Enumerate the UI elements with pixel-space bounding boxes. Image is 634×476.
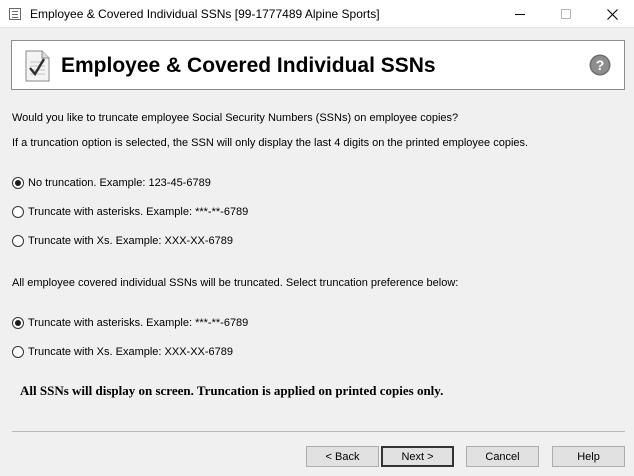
radio-button[interactable] bbox=[12, 177, 24, 189]
radio-label: Truncate with asterisks. Example: ***-**… bbox=[28, 317, 249, 329]
radio-no-truncation[interactable]: No truncation. Example: 123-45-6789 bbox=[12, 176, 211, 190]
clipboard-check-icon bbox=[25, 50, 50, 82]
minimize-icon bbox=[515, 13, 525, 15]
header-panel: Employee & Covered Individual SSNs ? bbox=[11, 40, 625, 90]
page-title: Employee & Covered Individual SSNs bbox=[61, 54, 436, 77]
help-button[interactable]: Help bbox=[552, 446, 625, 467]
radio-truncate-xs[interactable]: Truncate with Xs. Example: XXX-XX-6789 bbox=[12, 234, 233, 248]
radio-button[interactable] bbox=[12, 206, 24, 218]
radio-label: No truncation. Example: 123-45-6789 bbox=[28, 177, 211, 189]
help-icon[interactable]: ? bbox=[589, 54, 611, 76]
close-button[interactable] bbox=[589, 0, 634, 28]
radio-button[interactable] bbox=[12, 235, 24, 247]
truncation-note: All SSNs will display on screen. Truncat… bbox=[20, 383, 444, 398]
radio-label: Truncate with Xs. Example: XXX-XX-6789 bbox=[28, 235, 234, 247]
title-bar: Employee & Covered Individual SSNs [99-1… bbox=[0, 0, 634, 28]
covered-section-text: All employee covered individual SSNs wil… bbox=[12, 277, 459, 289]
radio-label: Truncate with Xs. Example: XXX-XX-6789 bbox=[28, 346, 234, 358]
close-icon bbox=[606, 8, 618, 20]
intro-explanation: If a truncation option is selected, the … bbox=[12, 137, 529, 149]
divider bbox=[12, 431, 625, 432]
cancel-button[interactable]: Cancel bbox=[466, 446, 539, 467]
radio-button[interactable] bbox=[12, 346, 24, 358]
maximize-button[interactable] bbox=[543, 0, 589, 28]
svg-text:?: ? bbox=[596, 57, 605, 73]
back-button[interactable]: < Back bbox=[306, 446, 379, 467]
radio-label: Truncate with asterisks. Example: ***-**… bbox=[28, 206, 249, 218]
radio-covered-xs[interactable]: Truncate with Xs. Example: XXX-XX-6789 bbox=[12, 345, 233, 359]
intro-question: Would you like to truncate employee Soci… bbox=[12, 112, 459, 124]
next-button[interactable]: Next > bbox=[381, 446, 454, 467]
minimize-button[interactable] bbox=[497, 0, 543, 28]
app-icon bbox=[9, 8, 21, 20]
window-title: Employee & Covered Individual SSNs [99-1… bbox=[30, 7, 380, 21]
radio-button[interactable] bbox=[12, 317, 24, 329]
radio-truncate-asterisks[interactable]: Truncate with asterisks. Example: ***-**… bbox=[12, 205, 248, 219]
radio-covered-asterisks[interactable]: Truncate with asterisks. Example: ***-**… bbox=[12, 316, 248, 330]
maximize-icon bbox=[561, 9, 571, 19]
